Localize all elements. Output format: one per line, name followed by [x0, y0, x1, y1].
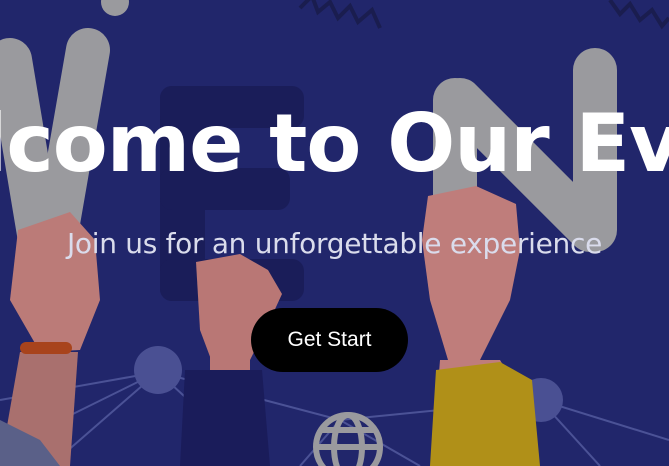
decor-dot: [101, 0, 129, 16]
get-start-button[interactable]: Get Start: [251, 308, 408, 372]
globe-icon: [313, 412, 383, 466]
zigzag-decoration: [298, 0, 669, 30]
hero-subtitle: Join us for an unforgettable experience: [66, 227, 603, 260]
hero-section: Welcome to Our Event Join us for an unfo…: [0, 0, 669, 466]
hero-title: Welcome to Our Event: [0, 97, 669, 190]
network-node: [134, 346, 182, 394]
